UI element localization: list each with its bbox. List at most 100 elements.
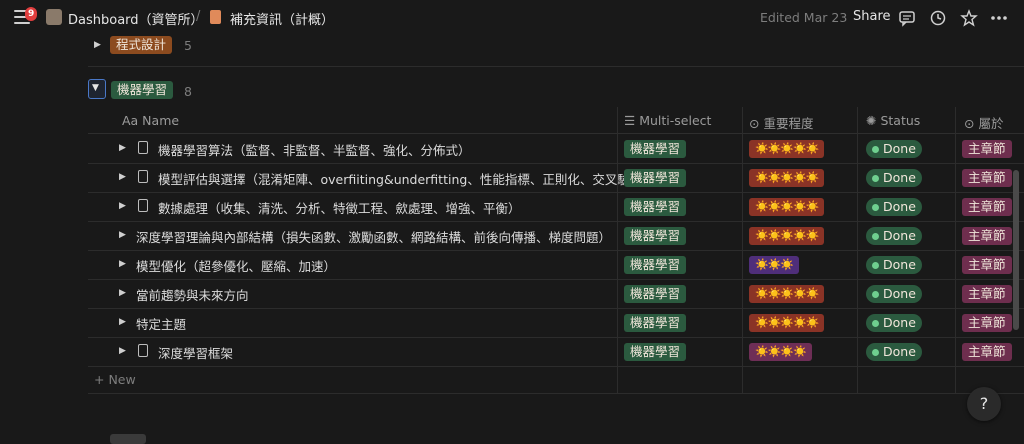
edited-timestamp: Edited Mar 23 [760, 10, 848, 25]
row-name[interactable]: 數據處理（收集、清洗、分析、特徵工程、歛處理、增強、平衡） [158, 198, 638, 217]
row-name[interactable]: 當前趨勢與未來方向 [136, 285, 616, 304]
row-name[interactable]: 深度學習框架 [158, 343, 638, 362]
row-name[interactable]: 模型評估與選擇（混淆矩陣、overfiiting&underfitting、性能… [158, 169, 638, 188]
status-label: Done [883, 228, 916, 243]
importance-tag[interactable]: ☀️☀️☀️ [749, 256, 800, 274]
belongs-tag[interactable]: 主章節 [962, 314, 1012, 332]
column-status-header[interactable]: ✺ Status [866, 113, 920, 128]
importance-tag[interactable]: ☀️☀️☀️☀️☀️ [749, 140, 825, 158]
status-label: Done [883, 344, 916, 359]
list-icon: ☰ [624, 113, 636, 128]
partial-tag [110, 434, 146, 444]
status-badge[interactable]: Done [866, 343, 922, 361]
column-label: Multi-select [639, 113, 712, 128]
multiselect-tag[interactable]: 機器學習 [624, 256, 687, 274]
table-row[interactable]: ▶ 數據處理（收集、清洗、分析、特徵工程、歛處理、增強、平衡） 機器學習 ☀️☀️☀️… [88, 193, 1024, 222]
belongs-tag[interactable]: 主章節 [962, 227, 1012, 245]
column-importance-header[interactable]: ⊙ 重要程度 [749, 113, 813, 132]
multiselect-tag[interactable]: 機器學習 [624, 198, 687, 216]
column-multiselect-header[interactable]: ☰ Multi-select [624, 113, 711, 128]
multiselect-tag[interactable]: 機器學習 [624, 343, 687, 361]
status-badge[interactable]: Done [866, 314, 922, 332]
page-icon [138, 344, 148, 357]
column-label: 屬於 [978, 116, 1004, 131]
column-label: 重要程度 [763, 116, 814, 131]
row-expand-caret[interactable]: ▶ [119, 346, 126, 356]
scrollbar[interactable] [1013, 170, 1019, 330]
status-badge[interactable]: Done [866, 285, 922, 303]
clock-icon[interactable] [929, 9, 947, 27]
multiselect-tag[interactable]: 機器學習 [624, 314, 687, 332]
multiselect-tag[interactable]: 機器學習 [624, 169, 687, 187]
status-badge[interactable]: Done [866, 256, 922, 274]
importance-tag[interactable]: ☀️☀️☀️☀️☀️ [749, 314, 825, 332]
more-icon[interactable] [990, 9, 1008, 27]
column-belongs-header[interactable]: ⊙ 屬於 [964, 113, 1003, 132]
page-icon [138, 170, 148, 183]
column-label: Status [880, 113, 921, 128]
comment-icon[interactable] [898, 9, 916, 27]
belongs-tag[interactable]: 主章節 [962, 140, 1012, 158]
group-expand-caret[interactable]: ▼ [88, 79, 106, 99]
row-expand-caret[interactable]: ▶ [119, 317, 126, 327]
table-header: Aa Name ☰ Multi-select ⊙ 重要程度 ✺ Status ⊙… [88, 107, 1024, 134]
importance-tag[interactable]: ☀️☀️☀️☀️ [749, 343, 812, 361]
group-count: 5 [184, 38, 192, 53]
multiselect-tag[interactable]: 機器學習 [624, 285, 687, 303]
row-expand-caret[interactable]: ▶ [119, 259, 126, 269]
belongs-tag[interactable]: 主章節 [962, 169, 1012, 187]
status-dot-icon [872, 204, 879, 211]
multiselect-tag[interactable]: 機器學習 [624, 140, 687, 158]
help-button[interactable]: ? [967, 387, 1001, 421]
breadcrumb-page[interactable]: 補充資訊（計概） [230, 9, 334, 28]
status-badge[interactable]: Done [866, 198, 922, 216]
table-row[interactable]: ▶ 深度學習框架 機器學習 ☀️☀️☀️☀️ Done 主章節 [88, 338, 1024, 367]
status-badge[interactable]: Done [866, 169, 922, 187]
importance-tag[interactable]: ☀️☀️☀️☀️☀️ [749, 198, 825, 216]
notification-badge: 9 [25, 7, 38, 21]
status-badge[interactable]: Done [866, 227, 922, 245]
importance-tag[interactable]: ☀️☀️☀️☀️☀️ [749, 169, 825, 187]
new-row-label: + New [94, 372, 136, 387]
importance-tag[interactable]: ☀️☀️☀️☀️☀️ [749, 285, 825, 303]
row-expand-caret[interactable]: ▶ [119, 201, 126, 211]
breadcrumb-root[interactable]: Dashboard（資管所） [68, 9, 204, 28]
status-dot-icon [872, 349, 879, 356]
belongs-tag[interactable]: 主章節 [962, 256, 1012, 274]
table-row[interactable]: ▶ 當前趨勢與未來方向 機器學習 ☀️☀️☀️☀️☀️ Done 主章節 [88, 280, 1024, 309]
table-row[interactable]: ▶ 深度學習理論與內部結構（損失函數、激勵函數、網路結構、前後向傳播、梯度問題） 機… [88, 222, 1024, 251]
belongs-tag[interactable]: 主章節 [962, 198, 1012, 216]
importance-tag[interactable]: ☀️☀️☀️☀️☀️ [749, 227, 825, 245]
row-expand-caret[interactable]: ▶ [119, 230, 126, 240]
status-badge[interactable]: Done [866, 140, 922, 158]
row-expand-caret[interactable]: ▶ [119, 172, 126, 182]
status-label: Done [883, 315, 916, 330]
row-name[interactable]: 機器學習算法（監督、非監督、半監督、強化、分佈式） [158, 140, 638, 159]
belongs-tag[interactable]: 主章節 [962, 285, 1012, 303]
star-icon[interactable] [960, 9, 978, 27]
group-collapse-caret[interactable]: ▶ [94, 40, 101, 50]
row-name[interactable]: 特定主題 [136, 314, 616, 333]
breadcrumb-separator: / [196, 9, 201, 24]
multiselect-tag[interactable]: 機器學習 [624, 227, 687, 245]
status-icon: ✺ [866, 113, 877, 128]
status-label: Done [883, 141, 916, 156]
row-expand-caret[interactable]: ▶ [119, 288, 126, 298]
share-button[interactable]: Share [853, 9, 891, 24]
group-tag[interactable]: 程式設計 [110, 36, 173, 54]
table-row[interactable]: ▶ 模型評估與選擇（混淆矩陣、overfiiting&underfitting、性… [88, 164, 1024, 193]
group-tag[interactable]: 機器學習 [111, 81, 174, 99]
row-expand-caret[interactable]: ▶ [119, 143, 126, 153]
table-row[interactable]: ▶ 特定主題 機器學習 ☀️☀️☀️☀️☀️ Done 主章節 [88, 309, 1024, 338]
row-name[interactable]: 模型優化（超參優化、壓縮、加速） [136, 256, 616, 275]
top-bar: 9 Dashboard（資管所） / 補充資訊（計概） Edited Mar 2… [0, 0, 1024, 36]
table-row[interactable]: ▶ 機器學習算法（監督、非監督、半監督、強化、分佈式） 機器學習 ☀️☀️☀️☀️☀️… [88, 135, 1024, 164]
new-row-button[interactable]: + New [88, 366, 1024, 394]
page-icon [138, 141, 148, 154]
status-dot-icon [872, 320, 879, 327]
column-name-header[interactable]: Aa Name [122, 113, 179, 128]
row-name[interactable]: 深度學習理論與內部結構（損失函數、激勵函數、網路結構、前後向傳播、梯度問題） [136, 227, 616, 246]
workspace-icon [46, 9, 62, 25]
belongs-tag[interactable]: 主章節 [962, 343, 1012, 361]
table-row[interactable]: ▶ 模型優化（超參優化、壓縮、加速） 機器學習 ☀️☀️☀️ Done 主章節 [88, 251, 1024, 280]
